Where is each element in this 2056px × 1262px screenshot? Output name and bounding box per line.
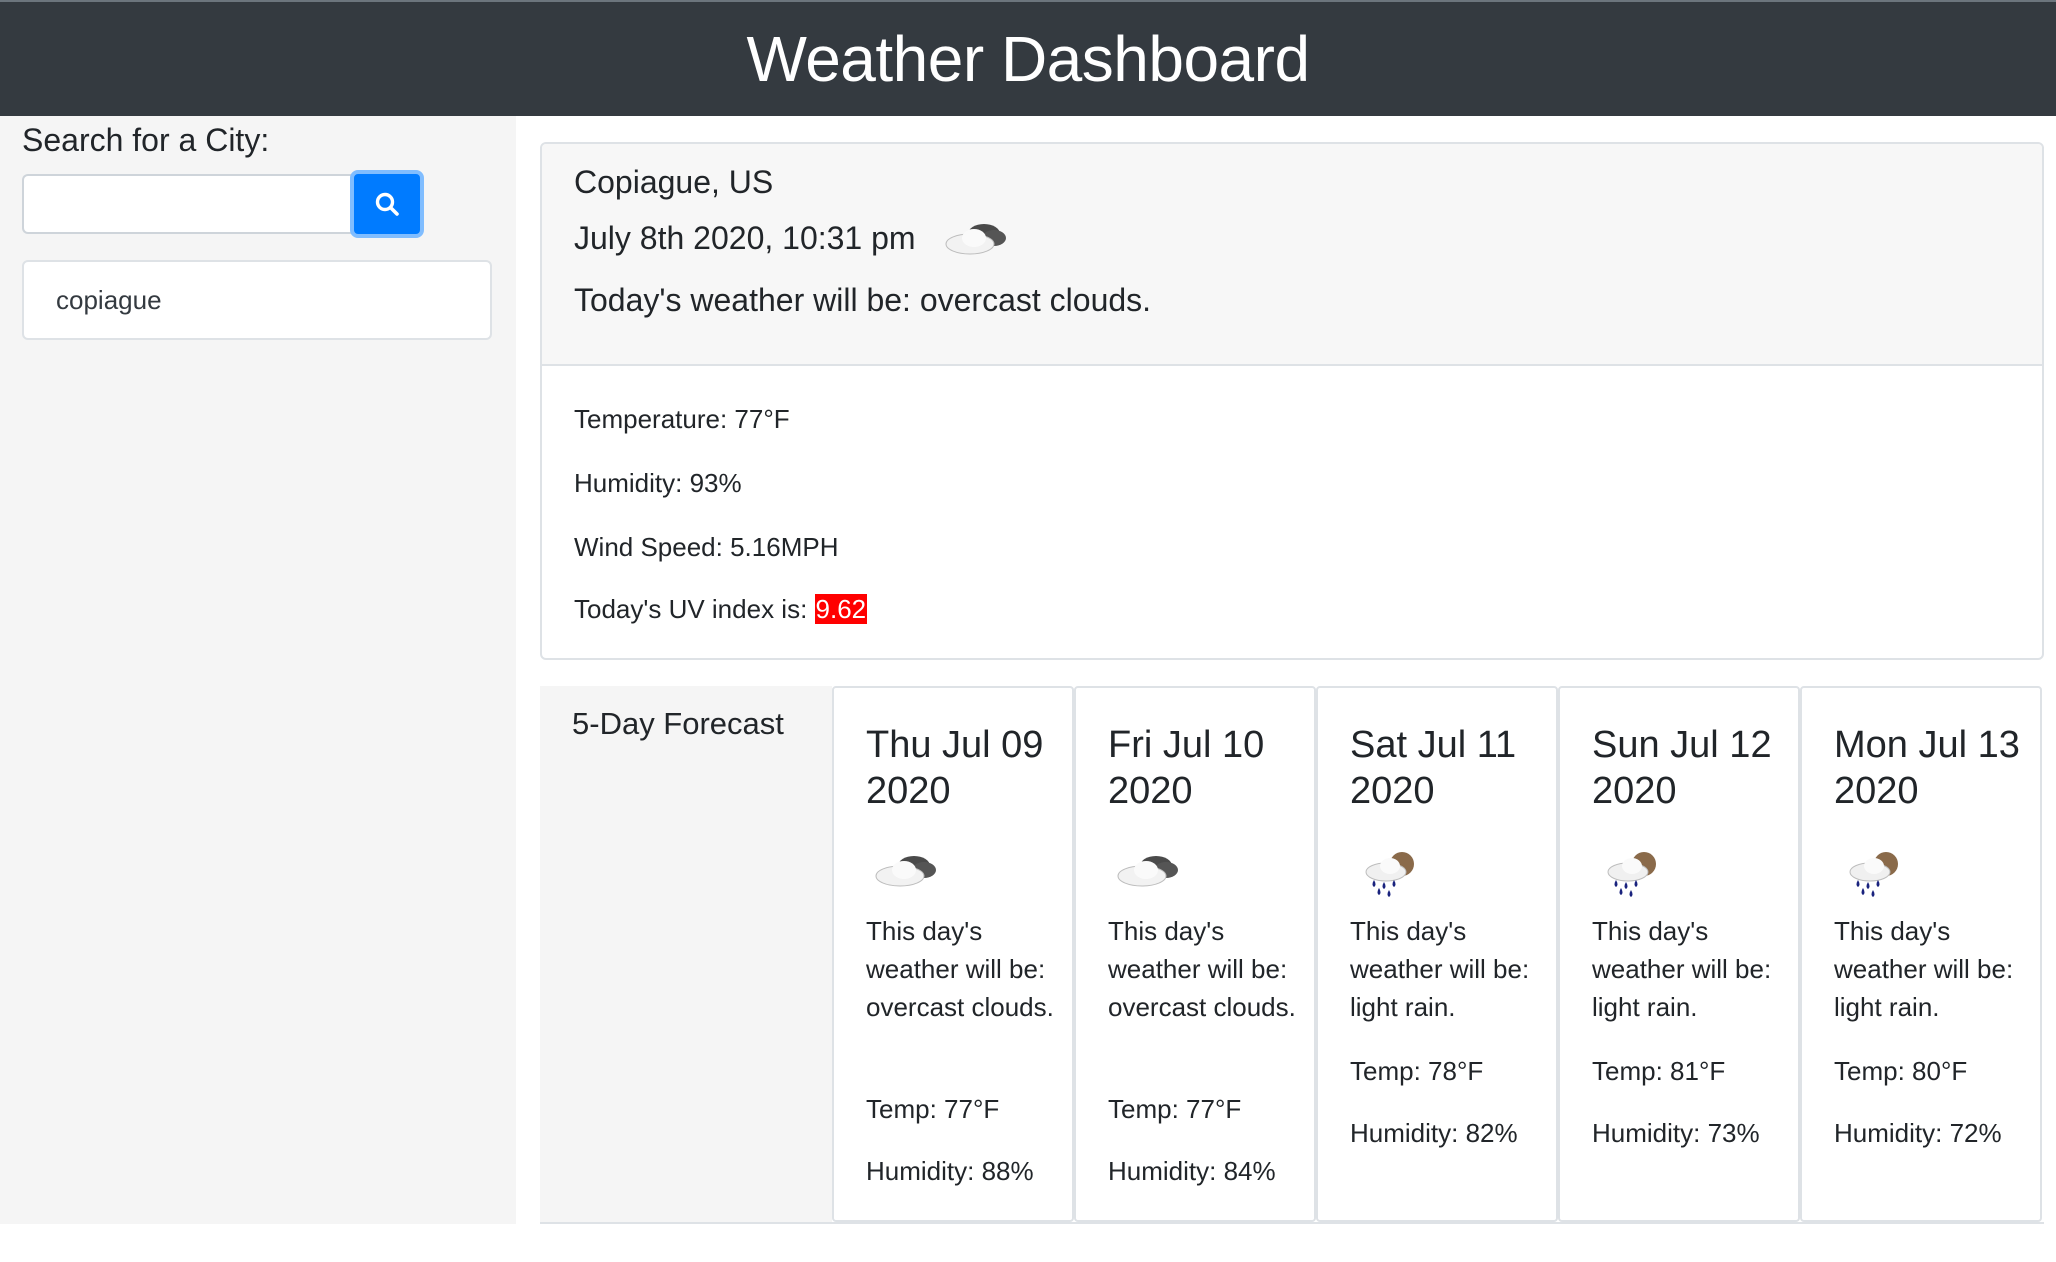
forecast-humidity: Humidity: 88% (866, 1156, 1034, 1186)
history-item[interactable]: copiague (22, 260, 492, 340)
forecast-temp: Temp: 78°F (1350, 1056, 1484, 1086)
uv-index-row: Today's UV index is: 9.62 (574, 594, 868, 625)
current-temperature: Temperature: 77°F (574, 404, 790, 434)
forecast-date: Thu Jul 09 2020 (866, 724, 1044, 812)
light-rain-icon (1607, 852, 1656, 897)
forecast-date: Sun Jul 12 2020 (1592, 724, 1772, 812)
current-datetime: July 8th 2020, 10:31 pm (574, 220, 916, 256)
overcast-clouds-icon (875, 856, 936, 887)
current-weather-card: Copiague, US July 8th 2020, 10:31 pm Tod… (540, 142, 2044, 660)
forecast-day-card: Fri Jul 10 2020 This day's weather will … (1074, 686, 1316, 1222)
forecast-temp: Temp: 81°F (1592, 1056, 1726, 1086)
uv-index-badge: 9.62 (814, 594, 868, 624)
uv-index-label: Today's UV index is: (574, 594, 815, 624)
forecast-date: Sat Jul 11 2020 (1350, 724, 1517, 812)
search-input[interactable] (22, 174, 354, 234)
search-button[interactable] (350, 170, 424, 238)
search-icon (375, 192, 399, 216)
forecast-description: This day's weather will be: overcast clo… (1108, 916, 1296, 1022)
current-description: Today's weather will be: overcast clouds… (574, 282, 1152, 318)
forecast-date: Fri Jul 10 2020 (1108, 724, 1265, 812)
forecast-day-card: Mon Jul 13 2020 This day's weather will … (1800, 686, 2042, 1222)
forecast-label-box: 5-Day Forecast (540, 686, 832, 1222)
forecast-temp: Temp: 77°F (866, 1094, 1000, 1124)
forecast-description: This day's weather will be: light rain. (1592, 916, 1772, 1022)
current-humidity: Humidity: 93% (574, 468, 742, 498)
current-wind-speed: Wind Speed: 5.16MPH (574, 532, 839, 562)
forecast-date: Mon Jul 13 2020 (1834, 724, 2020, 812)
overcast-clouds-icon (1117, 856, 1178, 887)
forecast-label: 5-Day Forecast (572, 706, 784, 741)
current-weather-header: Copiague, US July 8th 2020, 10:31 pm Tod… (542, 144, 2042, 366)
forecast-humidity: Humidity: 82% (1350, 1118, 1518, 1148)
forecast-description: This day's weather will be: overcast clo… (866, 916, 1054, 1022)
light-rain-icon (1849, 852, 1898, 897)
forecast-humidity: Humidity: 72% (1834, 1118, 2002, 1148)
forecast-description: This day's weather will be: light rain. (1834, 916, 2014, 1022)
forecast-day-card: Thu Jul 09 2020 This day's weather will … (832, 686, 1074, 1222)
light-rain-icon (1365, 852, 1414, 897)
forecast-day-card: Sat Jul 11 2020 This day's weather will … (1316, 686, 1558, 1222)
forecast-section: 5-Day Forecast Thu Jul 09 2020 This day'… (540, 686, 2044, 1224)
forecast-humidity: Humidity: 73% (1592, 1118, 1760, 1148)
forecast-description: This day's weather will be: light rain. (1350, 916, 1530, 1022)
forecast-day-card: Sun Jul 12 2020 This day's weather will … (1558, 686, 1800, 1222)
forecast-temp: Temp: 77°F (1108, 1094, 1242, 1124)
search-label: Search for a City: (22, 122, 270, 158)
page-title: Weather Dashboard (746, 23, 1310, 95)
forecast-temp: Temp: 80°F (1834, 1056, 1968, 1086)
navbar: Weather Dashboard (0, 0, 2056, 116)
forecast-humidity: Humidity: 84% (1108, 1156, 1276, 1186)
overcast-clouds-icon (945, 224, 1006, 255)
city-name: Copiague, US (574, 164, 774, 200)
